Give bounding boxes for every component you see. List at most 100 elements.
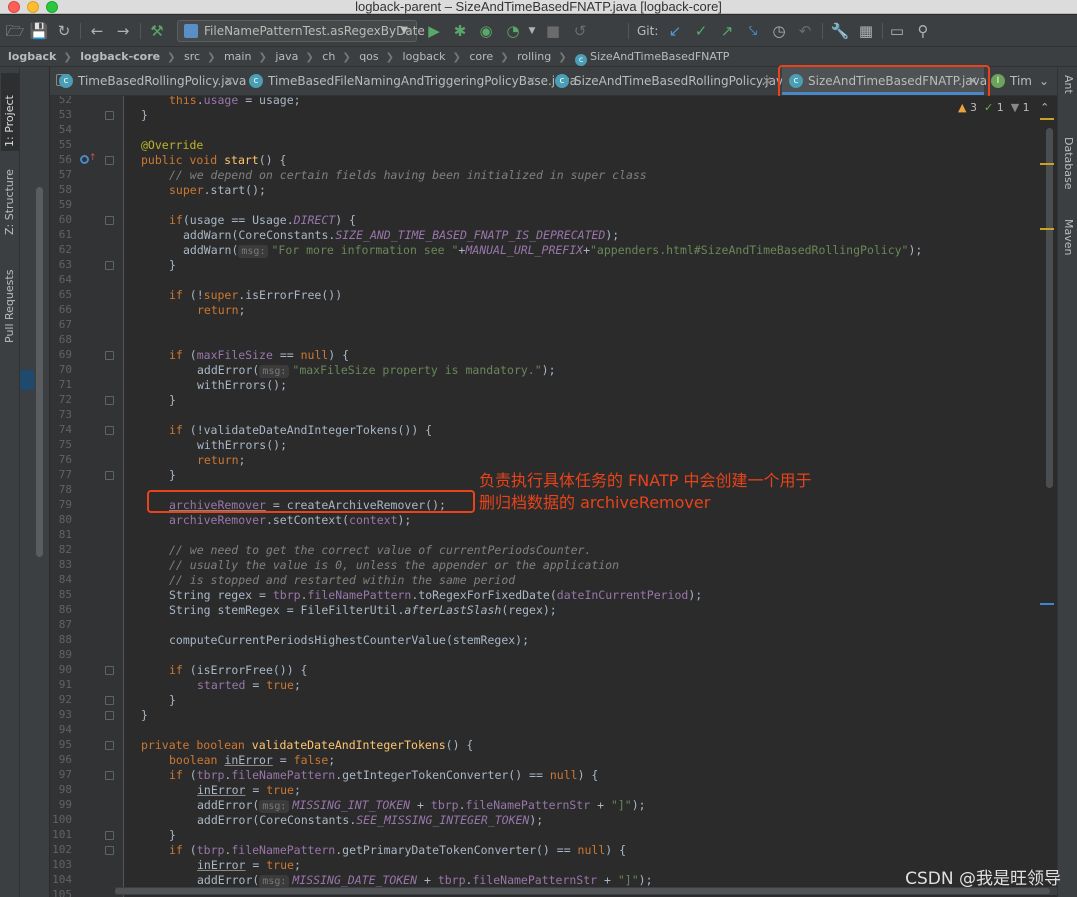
breadcrumb-item[interactable]: src	[184, 47, 200, 66]
inspection-widget[interactable]: ▲ 3 ✓ 1 ▼ 1 ⌃ ⌄	[958, 101, 1066, 114]
breadcrumb-item[interactable]: core	[469, 47, 493, 66]
line-number-gutter: 52 53 54 55 56 ↑ 57 58 59 60 61 62 63 64 65 66 67 68 69 70 7…	[50, 96, 124, 897]
line-number: 60	[58, 213, 72, 226]
rollback-icon[interactable]: ↶	[795, 21, 815, 41]
chevron-down-icon[interactable]: ⌄	[1039, 67, 1049, 95]
search-icon[interactable]: ⚲	[913, 21, 933, 41]
close-icon[interactable]: ✕	[224, 67, 234, 95]
editor-vertical-scrollbar[interactable]	[1046, 128, 1053, 488]
usage-stripe-mark[interactable]	[1040, 603, 1054, 605]
warning-stripe-mark[interactable]	[1040, 118, 1054, 120]
chevron-up-icon[interactable]: ⌃	[1040, 101, 1049, 114]
git-update-icon[interactable]: ↙	[665, 21, 685, 41]
local-variable: inError	[197, 858, 246, 872]
tab-tim[interactable]: I Tim	[984, 67, 1044, 95]
fold-marker-icon[interactable]	[105, 261, 114, 270]
field: fileNamePattern	[231, 768, 336, 782]
breadcrumb-item[interactable]: logback	[403, 47, 446, 66]
coverage-icon[interactable]: ◉	[476, 21, 496, 41]
run-configuration-select[interactable]: FileNamePatternTest.asRegexByDate ▼	[177, 20, 425, 42]
fold-marker-icon[interactable]	[105, 396, 114, 405]
keyword: if	[169, 663, 183, 677]
code-line-62: addWarn(msg: "For more information see " +…	[183, 243, 922, 258]
tool-tab-project[interactable]: 1: Project	[1, 73, 19, 151]
code-text: ) {	[605, 843, 627, 857]
code-line-58: super.start();	[169, 183, 266, 198]
fold-marker-icon[interactable]	[105, 696, 114, 705]
breadcrumb-item[interactable]: qos	[359, 47, 378, 66]
class-icon: c	[575, 54, 588, 66]
tool-tab-ant[interactable]: Ant	[1059, 71, 1077, 115]
fold-marker-icon[interactable]	[105, 426, 114, 435]
line-number: 78	[58, 483, 72, 496]
code-text: =	[272, 753, 294, 767]
chevron-down-icon[interactable]: ▼	[522, 21, 542, 41]
tool-tab-maven[interactable]: Maven	[1059, 215, 1077, 275]
keyword: null	[549, 768, 578, 782]
tool-tab-database[interactable]: Database	[1059, 133, 1077, 205]
breadcrumb-item[interactable]: ch	[322, 47, 335, 66]
tool-tab-pull-requests[interactable]: Pull Requests	[1, 257, 19, 347]
fold-marker-icon[interactable]	[105, 471, 114, 480]
open-folder-icon[interactable]: 🗁	[5, 21, 25, 41]
field: started	[197, 678, 246, 692]
fold-marker-icon[interactable]	[105, 741, 114, 750]
fold-marker-icon[interactable]	[105, 111, 114, 120]
line-number: 97	[58, 768, 72, 781]
profile-icon[interactable]: ◔	[503, 21, 523, 41]
breadcrumb-item[interactable]: java	[275, 47, 298, 66]
git-commit-check-icon[interactable]: ✓	[691, 21, 711, 41]
breadcrumb-item[interactable]: SizeAndTimeBasedFNATP	[590, 47, 729, 66]
tab-timebasedfilenamingandtriggeringpolicybase[interactable]: c TimeBasedFileNamingAndTriggeringPolicy…	[242, 67, 577, 95]
breadcrumb-item[interactable]: logback-core	[80, 47, 160, 66]
presentation-mode-icon[interactable]: ▭	[887, 21, 907, 41]
fold-marker-icon[interactable]	[105, 771, 114, 780]
fold-marker-icon[interactable]	[105, 831, 114, 840]
forward-arrow-icon[interactable]: →	[113, 21, 133, 41]
keyword: false	[293, 753, 329, 767]
fold-marker-icon[interactable]	[105, 156, 114, 165]
warning-stripe-mark[interactable]	[1040, 163, 1054, 165]
close-icon[interactable]: ✕	[526, 67, 536, 95]
project-scrollbar[interactable]	[36, 187, 43, 557]
breadcrumb-item[interactable]: logback	[8, 47, 56, 66]
fold-marker-icon[interactable]	[105, 711, 114, 720]
chevron-right-icon: ❯	[167, 52, 176, 63]
settings-wrench-icon[interactable]: 🔧	[830, 21, 850, 41]
sync-icon[interactable]: ↻	[54, 21, 74, 41]
warning-stripe-mark[interactable]	[1040, 228, 1054, 230]
overrides-arrow-icon[interactable]: ↑	[89, 153, 97, 163]
back-arrow-icon[interactable]: ←	[87, 21, 107, 41]
debug-bug-icon[interactable]: ✱	[450, 21, 470, 41]
breadcrumb-item[interactable]: rolling	[517, 47, 551, 66]
fold-marker-icon[interactable]	[105, 351, 114, 360]
code-line-92: }	[169, 693, 176, 707]
field: tbrp	[196, 768, 225, 782]
line-number: 93	[58, 708, 72, 721]
line-number: 71	[58, 378, 72, 391]
fold-marker-icon[interactable]	[105, 846, 114, 855]
local-variable: inError	[197, 783, 246, 797]
fold-marker-icon[interactable]	[105, 666, 114, 675]
close-icon[interactable]: ✕	[762, 67, 772, 95]
history-clock-icon[interactable]: ◷	[769, 21, 789, 41]
override-method-icon[interactable]	[80, 155, 89, 164]
git-merge-icon[interactable]: ⤥	[743, 21, 763, 41]
git-push-icon[interactable]: ↗	[717, 21, 737, 41]
save-icon[interactable]: 💾	[29, 21, 49, 41]
restart-icon[interactable]: ↺	[570, 21, 590, 41]
code-text: = usage;	[238, 96, 301, 107]
fold-marker-icon[interactable]	[105, 216, 114, 225]
tab-sizeandtimebasedrollingpolicy[interactable]: c SizeAndTimeBasedRollingPolicy.java ✕	[548, 67, 790, 95]
breadcrumb-item[interactable]: main	[224, 47, 251, 66]
code-line-53: }	[141, 108, 148, 122]
stop-icon[interactable]: ■	[543, 21, 563, 41]
line-number: 56	[58, 153, 72, 166]
tab-timebasedrollingpolicy[interactable]: c TimeBasedRollingPolicy.java ✕	[52, 67, 246, 95]
string-literal: "maxFileSize property is mandatory."	[292, 363, 542, 377]
tool-tab-structure[interactable]: Z: Structure	[1, 159, 19, 239]
line-number: 92	[58, 693, 72, 706]
run-icon[interactable]: ▶	[424, 21, 444, 41]
build-hammer-icon[interactable]: ⚒	[147, 21, 167, 41]
project-structure-icon[interactable]: ▦	[856, 21, 876, 41]
